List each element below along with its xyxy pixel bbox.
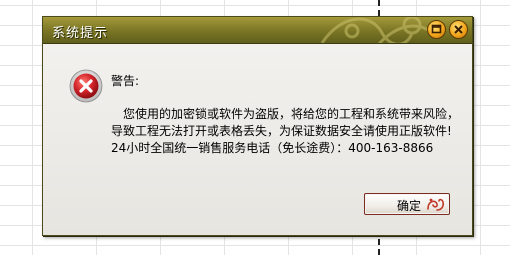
system-alert-dialog: 系统提示 警告: 您使用的加密锁或软件为盗版，将给您的工程和系统带来风险， 导致… bbox=[42, 16, 473, 236]
maximize-button[interactable] bbox=[427, 20, 446, 39]
close-icon bbox=[454, 25, 463, 34]
message-line: 您使用的加密锁或软件为盗版，将给您的工程和系统带来风险， bbox=[123, 107, 460, 121]
message-line: 24小时全国统一销售服务电话（免长途费）：400-163-8866 bbox=[111, 141, 434, 155]
dialog-titlebar[interactable]: 系统提示 bbox=[43, 17, 472, 44]
dialog-body: 警告: 您使用的加密锁或软件为盗版，将给您的工程和系统带来风险， 导致工程无法打… bbox=[43, 44, 472, 235]
error-x-icon bbox=[69, 69, 103, 103]
dialog-title: 系统提示 bbox=[52, 26, 109, 41]
warning-heading: 警告: bbox=[111, 74, 140, 88]
message-line: 导致工程无法打开或表格丢失，为保证数据安全请使用正版软件! bbox=[111, 124, 452, 138]
close-button[interactable] bbox=[449, 20, 468, 39]
swirl-ornament-icon bbox=[427, 198, 444, 211]
maximize-icon bbox=[431, 24, 442, 34]
warning-message: 您使用的加密锁或软件为盗版，将给您的工程和系统带来风险， 导致工程无法打开或表格… bbox=[111, 106, 466, 157]
ok-button[interactable]: 确定 bbox=[364, 193, 450, 215]
ok-button-label: 确定 bbox=[397, 199, 422, 213]
